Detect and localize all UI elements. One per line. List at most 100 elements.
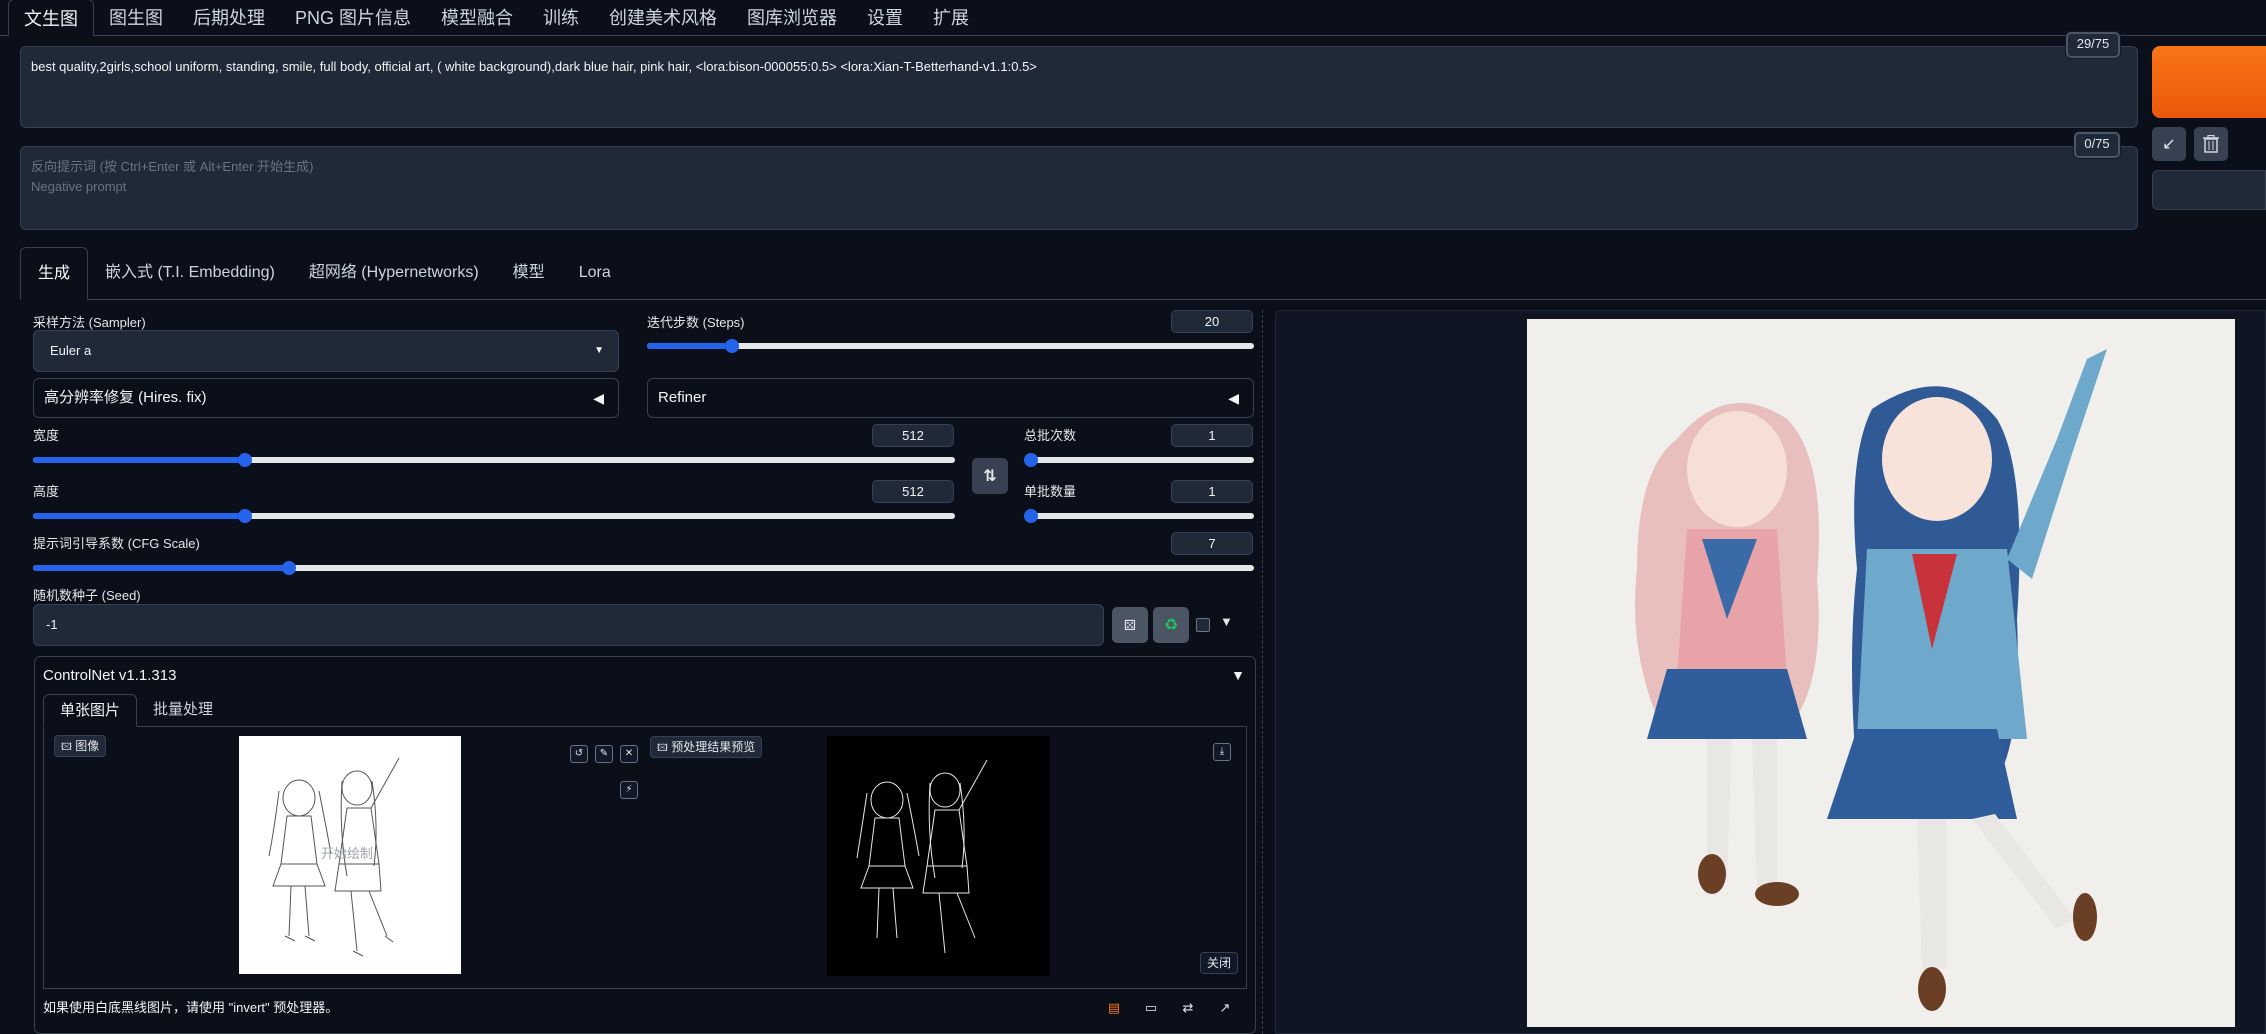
controlnet-image-area: 🖾 图像 开始绘制 ↺ ✎ ✕ ⚡ 🖾 预处理结果预览 ⤓ 关闭 — [43, 727, 1247, 989]
clear-prompt-button[interactable] — [2194, 127, 2228, 161]
hires-fix-accordion[interactable]: 高分辨率修复 (Hires. fix) ◀ — [33, 378, 619, 418]
negative-prompt-placeholder-en: Negative prompt — [31, 179, 127, 194]
webcam-icon[interactable]: ▭ — [1140, 999, 1162, 1017]
steps-label: 迭代步数 (Steps) — [647, 315, 745, 330]
apply-styles-button[interactable]: ↙ — [2152, 127, 2186, 161]
image-icon: 🖾 — [61, 742, 72, 753]
batch-size-slider-thumb[interactable] — [1024, 509, 1038, 523]
tab-image-browser[interactable]: 图库浏览器 — [732, 0, 852, 35]
tab-hypernetworks[interactable]: 超网络 (Hypernetworks) — [292, 247, 496, 299]
tab-extensions[interactable]: 扩展 — [918, 0, 984, 35]
generate-button[interactable] — [2152, 46, 2266, 118]
invert-hint-text: 如果使用白底黑线图片，请使用 "invert" 预处理器。 — [43, 1000, 339, 1015]
refiner-accordion[interactable]: Refiner ◀ — [647, 378, 1254, 418]
tab-batch[interactable]: 批量处理 — [137, 694, 229, 726]
sketch-girls-lineart: 开始绘制 — [268, 757, 400, 957]
height-slider-thumb[interactable] — [238, 509, 253, 523]
tab-train[interactable]: 训练 — [528, 0, 594, 35]
width-slider[interactable] — [33, 453, 955, 467]
positive-prompt-input[interactable]: best quality,2girls,school uniform, stan… — [20, 46, 2138, 128]
extra-seed-checkbox[interactable] — [1196, 618, 1210, 632]
new-canvas-icon[interactable]: ▤ — [1103, 999, 1125, 1017]
batch-count-input[interactable]: 1 — [1171, 424, 1253, 447]
canvas-watermark: 开始绘制 — [321, 847, 373, 862]
tab-generate[interactable]: 生成 — [20, 247, 89, 300]
negative-prompt-input[interactable]: 反向提示词 (按 Ctrl+Enter 或 Alt+Enter 开始生成) Ne… — [20, 146, 2138, 230]
tab-png-info[interactable]: PNG 图片信息 — [280, 0, 426, 35]
controlnet-collapse-icon[interactable]: ▼ — [1231, 667, 1245, 683]
steps-input[interactable]: 20 — [1171, 310, 1253, 333]
run-preprocessor-icon[interactable]: ⚡ — [620, 781, 638, 799]
steps-slider-thumb[interactable] — [724, 339, 739, 353]
swap-icon[interactable]: ⇄ — [1177, 999, 1199, 1017]
triangle-down-icon: ▼ — [1220, 614, 1233, 629]
dice-icon: ⚄ — [1123, 616, 1137, 633]
batch-size-label: 单批数量 — [1024, 484, 1077, 499]
panel-divider — [1262, 310, 1263, 1034]
negative-token-counter: 0/75 — [2074, 132, 2120, 158]
positive-prompt-text: best quality,2girls,school uniform, stan… — [31, 59, 1037, 74]
tab-models[interactable]: 模型 — [496, 247, 562, 299]
preprocessor-preview-image — [827, 736, 1050, 976]
pen-icon[interactable]: ✎ — [595, 745, 613, 763]
batch-count-slider-thumb[interactable] — [1024, 453, 1038, 467]
tab-single-image[interactable]: 单张图片 — [43, 694, 138, 727]
tab-settings[interactable]: 设置 — [852, 0, 918, 35]
cfg-scale-slider-thumb[interactable] — [282, 561, 297, 575]
width-slider-fill — [33, 457, 246, 463]
width-slider-thumb[interactable] — [238, 453, 253, 467]
sampler-value: Euler a — [50, 343, 92, 358]
cfg-scale-slider-fill — [33, 565, 290, 571]
tab-checkpoint-merger[interactable]: 模型融合 — [426, 0, 528, 35]
trash-icon — [2203, 135, 2219, 153]
seed-input[interactable]: -1 — [33, 604, 1104, 646]
batch-count-label: 总批次数 — [1024, 428, 1077, 443]
width-label: 宽度 — [33, 428, 60, 443]
image-label-text: 图像 — [75, 739, 100, 753]
swap-arrows-icon: ⇅ — [983, 468, 997, 485]
height-slider[interactable] — [33, 509, 955, 523]
triangle-left-icon: ◀ — [593, 390, 604, 406]
height-input[interactable]: 512 — [872, 480, 954, 503]
hires-fix-label: 高分辨率修复 (Hires. fix) — [44, 389, 207, 406]
extra-seed-toggle[interactable]: ▼ — [1220, 614, 1233, 629]
tab-extras[interactable]: 后期处理 — [178, 0, 280, 35]
tab-img2img[interactable]: 图生图 — [94, 0, 178, 35]
batch-size-slider[interactable] — [1024, 509, 1254, 523]
top-tab-bar: 文生图 图生图 后期处理 PNG 图片信息 模型融合 训练 创建美术风格 图库浏… — [0, 0, 2266, 36]
steps-slider-fill — [647, 343, 732, 349]
controlnet-tabs: 单张图片 批量处理 — [43, 694, 1247, 727]
lineart-preview — [856, 759, 988, 954]
reuse-seed-button[interactable]: ♻ — [1153, 607, 1189, 643]
sampler-label: 采样方法 (Sampler) — [33, 315, 146, 330]
positive-token-counter: 29/75 — [2066, 32, 2120, 58]
input-sketch-image[interactable]: 开始绘制 — [239, 736, 461, 974]
cfg-scale-slider[interactable] — [33, 561, 1254, 575]
undo-icon[interactable]: ↺ — [570, 745, 588, 763]
close-icon[interactable]: ✕ — [620, 745, 638, 763]
tab-lora[interactable]: Lora — [562, 247, 628, 299]
steps-slider[interactable] — [647, 339, 1254, 353]
random-seed-button[interactable]: ⚄ — [1112, 607, 1148, 643]
triangle-left-icon: ◀ — [1228, 390, 1239, 406]
tab-embedding[interactable]: 嵌入式 (T.I. Embedding) — [88, 247, 292, 299]
cfg-scale-label: 提示词引导系数 (CFG Scale) — [33, 536, 200, 551]
width-input[interactable]: 512 — [872, 424, 954, 447]
cfg-scale-input[interactable]: 7 — [1171, 532, 1253, 555]
negative-prompt-placeholder: 反向提示词 (按 Ctrl+Enter 或 Alt+Enter 开始生成) — [31, 159, 314, 174]
arrow-down-left-icon: ↙ — [2162, 136, 2176, 153]
batch-count-slider[interactable] — [1024, 453, 1254, 467]
controlnet-title[interactable]: ControlNet v1.1.313 — [43, 667, 176, 684]
generated-image[interactable] — [1527, 319, 2235, 1027]
tab-txt2img[interactable]: 文生图 — [8, 0, 94, 36]
recycle-icon: ♻ — [1163, 617, 1179, 634]
sampler-select[interactable]: Euler a ▼ — [33, 330, 619, 372]
download-icon[interactable]: ⤓ — [1213, 743, 1231, 761]
tab-create-style[interactable]: 创建美术风格 — [594, 0, 732, 35]
close-preview-button[interactable]: 关闭 — [1200, 952, 1239, 974]
batch-size-input[interactable]: 1 — [1171, 480, 1253, 503]
refiner-label: Refiner — [658, 389, 707, 406]
styles-dropdown[interactable] — [2152, 170, 2266, 210]
send-dimensions-icon[interactable]: ↗ — [1214, 999, 1236, 1017]
swap-dimensions-button[interactable]: ⇅ — [972, 458, 1008, 494]
